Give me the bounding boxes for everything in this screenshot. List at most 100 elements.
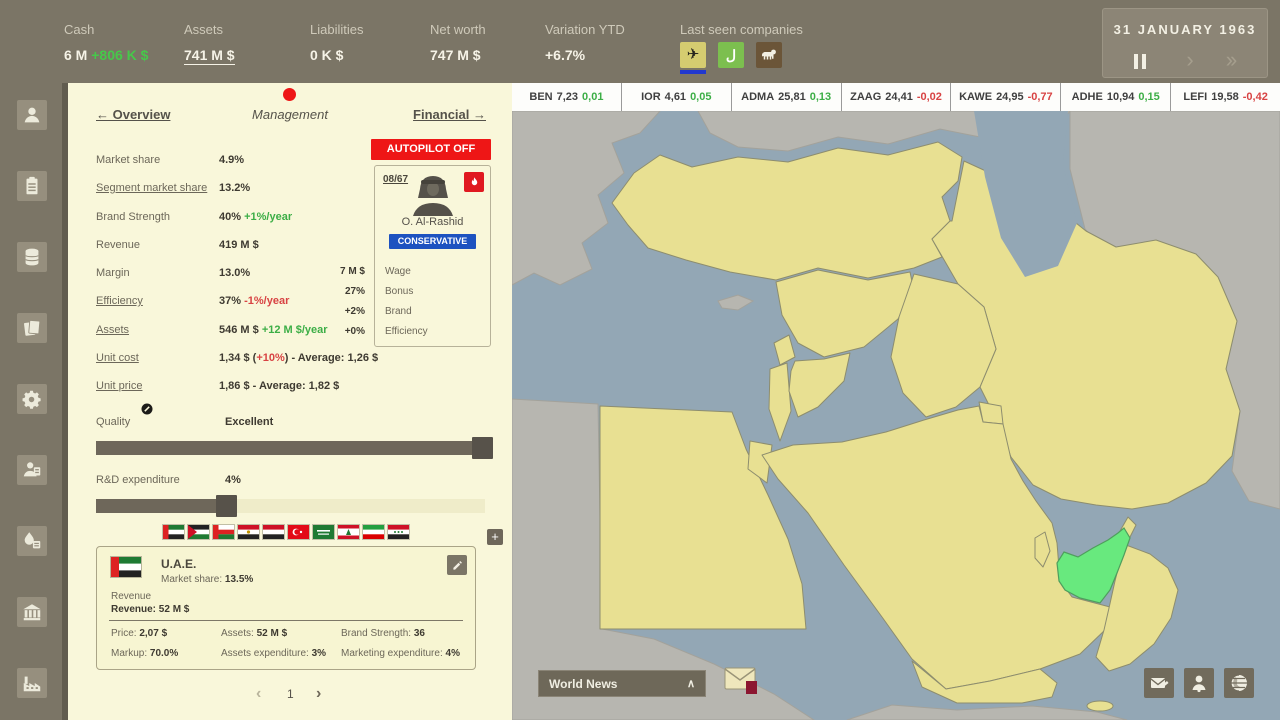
nav-financial-link[interactable]: Financial → xyxy=(413,107,486,122)
rnd-slider-handle[interactable] xyxy=(216,495,237,517)
last-seen-companies-label: Last seen companies xyxy=(680,22,803,37)
gears-icon xyxy=(21,388,43,410)
sidebar-manager-button[interactable] xyxy=(17,100,47,130)
country-card-uae: U.A.E. Market share: 13.5% Revenue Reven… xyxy=(96,546,476,670)
fast-forward-button[interactable]: ›› xyxy=(1215,51,1245,73)
rnd-label: R&D expenditure xyxy=(96,474,180,486)
ticker-cell[interactable]: ADMA25,81 0,13 xyxy=(732,83,842,111)
networth-value: 747 M $ xyxy=(430,47,481,63)
manager-type-badge: CONSERVATIVE xyxy=(389,234,476,249)
liabilities-value: 0 K $ xyxy=(310,47,343,63)
quality-value: Excellent xyxy=(225,416,273,428)
sidebar-facilities-button[interactable] xyxy=(17,668,47,698)
stat-label: Liabilities xyxy=(310,22,363,37)
rnd-slider[interactable] xyxy=(96,499,485,513)
ticker-cell[interactable]: BEN7,23 0,01 xyxy=(512,83,622,111)
edit-country-button[interactable] xyxy=(447,555,467,575)
cash-delta: +806 K $ xyxy=(91,47,148,63)
sidebar-contracts-button[interactable] xyxy=(17,171,47,201)
autopilot-toggle-button[interactable]: AUTOPILOT OFF xyxy=(371,139,491,160)
play-button[interactable]: › xyxy=(1175,51,1205,73)
card-divider xyxy=(109,620,463,621)
flag-iraq[interactable] xyxy=(388,525,409,539)
current-tab-dot xyxy=(283,88,296,101)
company-selected-indicator xyxy=(680,70,706,74)
flag-saudi-arabia[interactable] xyxy=(313,525,334,539)
flag-turkey[interactable] xyxy=(288,525,309,539)
country-market-share: 13.5% xyxy=(225,574,253,585)
manager-name: O. Al-Rashid xyxy=(375,216,490,228)
flag-lebanon[interactable] xyxy=(338,525,359,539)
add-country-button[interactable]: + xyxy=(487,529,503,545)
pause-button[interactable] xyxy=(1125,51,1155,73)
droplet-crate-icon xyxy=(21,530,43,552)
page-number: 1 xyxy=(287,687,294,701)
sidebar-bank-button[interactable] xyxy=(17,597,47,627)
company-arabic-button[interactable]: ل xyxy=(718,42,744,68)
database-icon xyxy=(21,246,43,268)
manager-card[interactable]: 08/67 O. Al-Rashid CONSERVATIVE Wage 7 M… xyxy=(374,165,491,347)
ticker-cell[interactable]: ZAAG24,41 -0,02 xyxy=(842,83,952,111)
middle-east-map[interactable] xyxy=(512,111,1280,720)
page-next-button[interactable]: › xyxy=(316,685,321,703)
bank-icon xyxy=(21,601,43,623)
country-name: U.A.E. xyxy=(161,557,196,571)
ticker-cell[interactable]: ADHE10,94 0,15 xyxy=(1061,83,1171,111)
flag-jordan[interactable] xyxy=(188,525,209,539)
island-socotra[interactable] xyxy=(1087,701,1113,711)
sidebar-resources-button[interactable] xyxy=(17,242,47,272)
page-prev-button[interactable]: ‹ xyxy=(256,685,261,703)
ticker-cell[interactable]: IOR4,61 0,05 xyxy=(622,83,732,111)
collapse-chevron-icon: ∧ xyxy=(687,671,695,698)
stat-label: Net worth xyxy=(430,22,486,37)
flag-yemen[interactable] xyxy=(263,525,284,539)
ticker-cell[interactable]: KAWE24,95 -0,77 xyxy=(951,83,1061,111)
sidebar-supplies-button[interactable] xyxy=(17,526,47,556)
quality-slider-handle[interactable] xyxy=(472,437,493,459)
mail-badge xyxy=(746,681,757,694)
flame-icon xyxy=(468,176,481,189)
flag-uae[interactable] xyxy=(163,525,184,539)
quality-info-icon[interactable] xyxy=(141,403,153,415)
stat-label: Assets xyxy=(184,22,223,37)
assets-value[interactable]: 741 M $ xyxy=(184,47,235,65)
country-revenue: 52 M $ xyxy=(159,604,190,615)
world-news-bar[interactable]: World News ∧ xyxy=(538,670,706,697)
management-panel: ← Overview Management Financial → AUTOPI… xyxy=(68,83,512,720)
variation-value: +6.7% xyxy=(545,47,585,63)
company-lion-button[interactable] xyxy=(756,42,782,68)
person-icon xyxy=(1189,673,1209,693)
mail-icon xyxy=(1149,673,1169,693)
flag-egypt[interactable] xyxy=(238,525,259,539)
date-widget: 31 JANUARY 1963 › ›› xyxy=(1102,8,1268,78)
messages-button[interactable] xyxy=(1144,668,1174,698)
revenue-caption: Revenue xyxy=(111,591,151,602)
mail-notification[interactable] xyxy=(724,666,758,694)
game-root: Cash 6 M +806 K $ Assets 741 M $ Liabili… xyxy=(0,0,1280,720)
flag-oman[interactable] xyxy=(213,525,234,539)
company-plane-button[interactable]: ✈ xyxy=(680,42,706,68)
sidebar-production-button[interactable] xyxy=(17,384,47,414)
uae-flag-large xyxy=(111,557,141,577)
current-date: 31 JANUARY 1963 xyxy=(1103,22,1267,37)
sidebar-staff-button[interactable] xyxy=(17,455,47,485)
stock-ticker: BEN7,23 0,01 IOR4,61 0,05 ADMA25,81 0,13… xyxy=(512,83,1280,112)
population-button[interactable] xyxy=(1184,668,1214,698)
documents-icon xyxy=(21,317,43,339)
cash-value: 6 M xyxy=(64,47,87,63)
stat-label: Cash xyxy=(64,22,94,37)
ticker-cell[interactable]: LEFI19,58 -0,42 xyxy=(1171,83,1280,111)
quality-slider[interactable] xyxy=(96,441,485,455)
clipboard-icon xyxy=(21,175,43,197)
sidebar-reports-button[interactable] xyxy=(17,313,47,343)
stat-label: Variation YTD xyxy=(545,22,625,37)
pencil-icon xyxy=(452,560,463,571)
lion-icon xyxy=(760,46,778,64)
manager-avatar xyxy=(403,174,463,216)
flag-iran[interactable] xyxy=(363,525,384,539)
person-card-icon xyxy=(21,459,43,481)
left-sidebar xyxy=(0,83,62,720)
fire-manager-button[interactable] xyxy=(464,172,484,192)
world-button[interactable] xyxy=(1224,668,1254,698)
top-bar: Cash 6 M +806 K $ Assets 741 M $ Liabili… xyxy=(0,0,1280,83)
